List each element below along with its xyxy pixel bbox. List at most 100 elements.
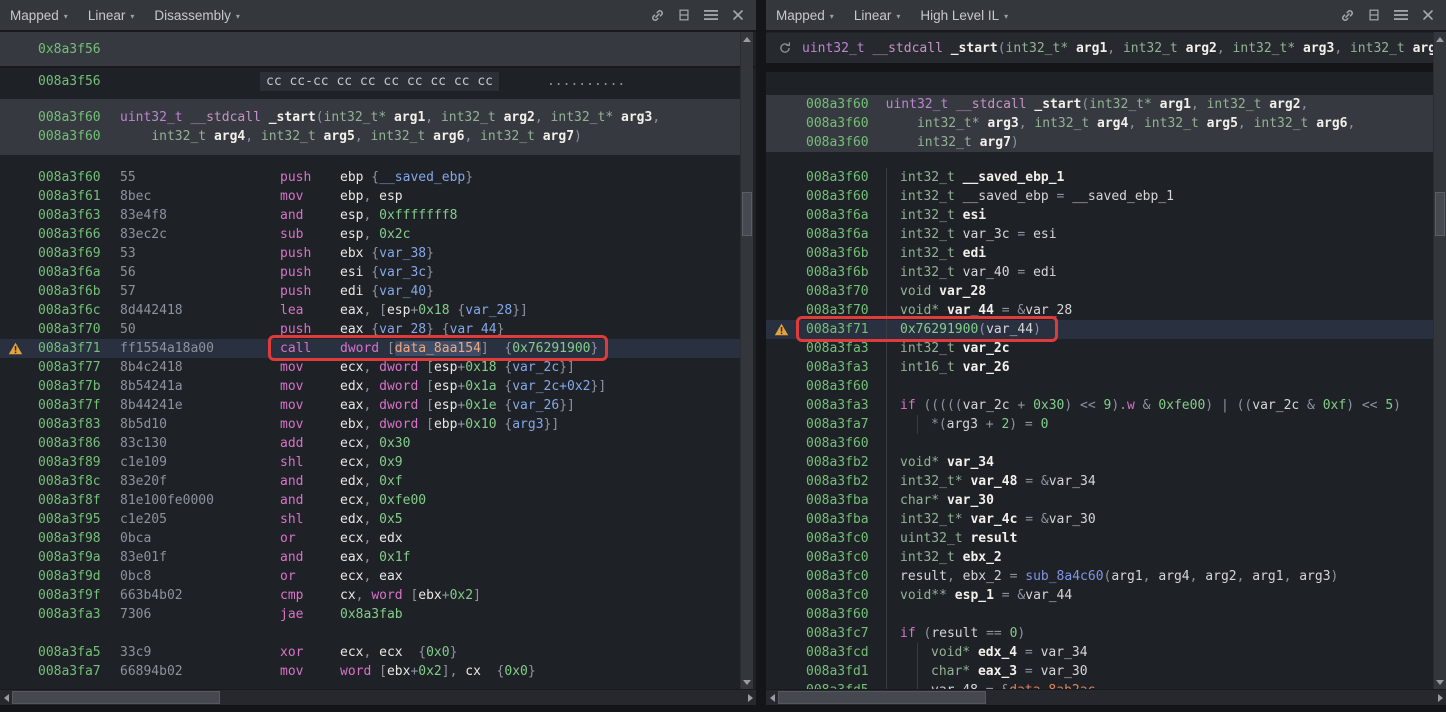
vertical-scrollbar[interactable] xyxy=(740,32,753,689)
address[interactable]: 008a3fa3 xyxy=(806,341,870,356)
register[interactable]: esp xyxy=(434,398,457,413)
punctuation[interactable]: , xyxy=(363,436,379,451)
scrollbar-thumb[interactable] xyxy=(778,691,986,704)
address[interactable]: 008a3fc0 xyxy=(806,531,870,546)
function-signature-row[interactable]: 008a3f60uint32_t __stdcall _start(int32_… xyxy=(0,108,742,127)
type-token[interactable]: void* xyxy=(931,645,970,660)
type-token[interactable]: int32_t* xyxy=(917,116,980,131)
identifier[interactable]: var_40 xyxy=(963,265,1010,280)
address[interactable]: 008a3f6b xyxy=(38,284,120,299)
punctuation[interactable]: { xyxy=(497,417,513,432)
identifier-definition[interactable]: eax_3 xyxy=(978,664,1017,679)
address[interactable]: 008a3f7b xyxy=(38,379,120,394)
identifier-definition[interactable]: var_4c xyxy=(970,512,1017,527)
address[interactable]: 008a3fd1 xyxy=(806,664,870,679)
identifier-definition[interactable]: arg5 xyxy=(1207,116,1238,131)
punctuation[interactable] xyxy=(939,455,947,470)
punctuation[interactable]: , xyxy=(363,379,379,394)
register[interactable]: ecx xyxy=(340,455,363,470)
stack-variable[interactable]: __saved_ebp xyxy=(379,170,465,185)
punctuation[interactable]: , xyxy=(1217,41,1233,56)
punctuation[interactable]: = & xyxy=(1017,474,1048,489)
punctuation[interactable]: } xyxy=(497,322,505,337)
hlil-row[interactable]: 008a3fbaint32_t* var_4c = &var_30 xyxy=(766,510,1433,529)
punctuation[interactable] xyxy=(955,246,963,261)
number-literal[interactable]: 0 xyxy=(1041,417,1049,432)
address[interactable]: 008a3f60 xyxy=(806,97,870,112)
punctuation[interactable] xyxy=(386,110,394,125)
punctuation[interactable]: ) xyxy=(574,129,582,144)
punctuation[interactable]: [ xyxy=(379,341,395,356)
punctuation[interactable]: } { xyxy=(426,322,449,337)
punctuation[interactable] xyxy=(613,110,621,125)
number-literal[interactable]: 0x76291900 xyxy=(900,322,978,337)
opcode-bytes[interactable]: 57 xyxy=(120,284,280,299)
punctuation[interactable]: = xyxy=(1017,645,1040,660)
identifier[interactable]: var_44 xyxy=(986,322,1033,337)
punctuation[interactable] xyxy=(496,110,504,125)
address[interactable]: 008a3f60 xyxy=(806,135,870,150)
mnemonic-or-keyword[interactable]: if xyxy=(900,398,916,413)
hlil-row[interactable]: 008a3fc0result, ebx_2 = sub_8a4c60(arg1,… xyxy=(766,567,1433,586)
punctuation[interactable]: ) = xyxy=(1009,417,1040,432)
type-token[interactable]: char* xyxy=(931,664,970,679)
opcode-bytes[interactable]: 7306 xyxy=(120,607,280,622)
type-token[interactable]: int32_t* xyxy=(551,110,614,125)
close-icon[interactable] xyxy=(1420,7,1436,23)
register[interactable]: cx xyxy=(465,664,481,679)
disasm-row[interactable]: 008a3f6953pushebx {var_38} xyxy=(0,244,742,263)
punctuation[interactable]: [ xyxy=(418,379,434,394)
punctuation[interactable] xyxy=(947,588,955,603)
punctuation[interactable]: ) | (( xyxy=(1205,398,1252,413)
type-token[interactable]: uint32_t xyxy=(900,531,963,546)
punctuation[interactable]: , xyxy=(363,360,379,375)
identifier[interactable]: ebx_2 xyxy=(963,569,1002,584)
register[interactable]: ebx xyxy=(418,588,441,603)
stack-variable[interactable]: var_38 xyxy=(379,246,426,261)
punctuation[interactable]: , xyxy=(1107,41,1123,56)
disasm-row[interactable]: 008a3fa766894b02movword [ebx+0x2], cx {0… xyxy=(0,662,742,681)
hlil-row[interactable]: 008a3f6aint32_t esi xyxy=(766,206,1433,225)
punctuation[interactable]: ( xyxy=(916,626,932,641)
register[interactable]: esi xyxy=(340,265,363,280)
punctuation[interactable]: , xyxy=(363,645,379,660)
hlil-row[interactable]: 008a3fa7*(arg3 + 2) = 0 xyxy=(766,415,1433,434)
address[interactable]: 008a3fba xyxy=(806,512,870,527)
address[interactable]: 008a3f69 xyxy=(38,246,120,261)
address[interactable]: 008a3f86 xyxy=(38,436,120,451)
punctuation[interactable]: + xyxy=(1010,398,1033,413)
identifier[interactable]: result xyxy=(900,569,947,584)
type-token[interactable]: int32_t xyxy=(1254,116,1309,131)
mnemonic[interactable]: mov xyxy=(280,664,340,679)
type-token[interactable]: int32_t xyxy=(917,135,972,150)
address[interactable]: 008a3fa7 xyxy=(38,664,120,679)
number-literal[interactable]: 0x2c xyxy=(379,227,410,242)
punctuation[interactable]: }] xyxy=(559,360,575,375)
punctuation[interactable] xyxy=(1199,116,1207,131)
disasm-row[interactable]: 008a3f618becmovebp, esp xyxy=(0,187,742,206)
opcode-bytes[interactable]: 83e20f xyxy=(120,474,280,489)
identifier-definition[interactable]: arg7 xyxy=(980,135,1011,150)
type-token[interactable]: int32_t xyxy=(900,550,955,565)
hlil-row[interactable]: 008a3fc0int32_t ebx_2 xyxy=(766,548,1433,567)
identifier-definition[interactable]: esi xyxy=(963,208,986,223)
identifier[interactable]: arg1 xyxy=(1252,569,1283,584)
hlil-row[interactable]: 008a3fcdvoid* edx_4 = var_34 xyxy=(766,643,1433,662)
disasm-row[interactable]: 008a3f9d0bc8orecx, eax xyxy=(0,567,742,586)
punctuation[interactable] xyxy=(939,493,947,508)
opcode-bytes[interactable]: 83e01f xyxy=(120,550,280,565)
punctuation[interactable] xyxy=(931,284,939,299)
address[interactable]: 008a3f98 xyxy=(38,531,120,546)
punctuation[interactable]: , xyxy=(535,110,551,125)
punctuation[interactable]: { xyxy=(497,360,513,375)
stack-variable[interactable]: var_26 xyxy=(512,398,559,413)
raw-bytes[interactable]: cc cc-cc cc cc cc cc cc cc cc xyxy=(260,72,499,91)
identifier-definition[interactable]: var_44 xyxy=(947,303,994,318)
punctuation[interactable]: ) << xyxy=(1346,398,1385,413)
identifier[interactable]: arg2 xyxy=(1205,569,1236,584)
mnemonic[interactable]: push xyxy=(280,265,340,280)
function-signature-row[interactable]: 008a3f60 uint32_t __stdcall _start(int32… xyxy=(766,95,1433,114)
punctuation[interactable]: , xyxy=(363,417,379,432)
punctuation[interactable]: }] xyxy=(591,379,607,394)
punctuation[interactable]: = & xyxy=(994,303,1025,318)
